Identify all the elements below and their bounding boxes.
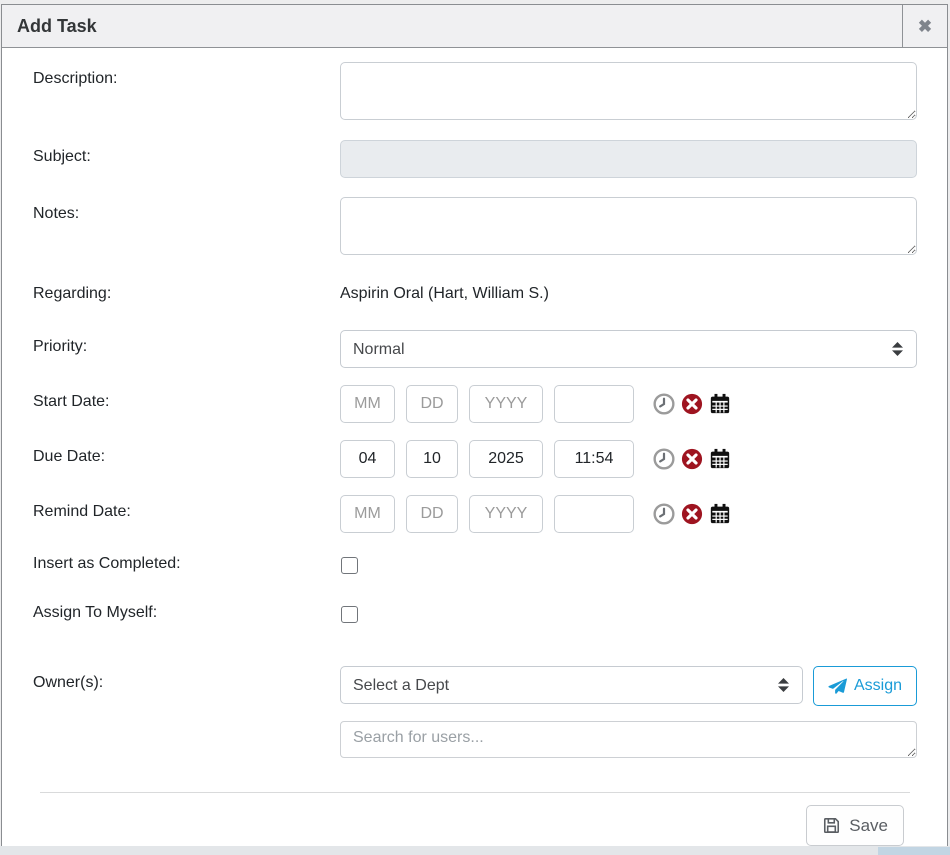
form-row-due-date: Due Date: [33, 440, 917, 478]
remind-date-label: Remind Date: [33, 495, 340, 521]
assign-button[interactable]: Assign [813, 666, 917, 706]
assign-myself-checkbox[interactable] [341, 606, 358, 623]
save-button-label: Save [849, 816, 888, 836]
dialog-header: Add Task ✖ [2, 5, 947, 48]
save-floppy-icon [822, 816, 841, 835]
due-time-input[interactable] [554, 440, 634, 478]
save-button[interactable]: Save [806, 805, 904, 846]
close-icon: ✖ [918, 18, 932, 35]
insert-completed-checkbox[interactable] [341, 557, 358, 574]
remind-day-input[interactable] [406, 495, 458, 533]
clear-date-icon[interactable] [681, 503, 703, 525]
dialog-body: Description: Subject: Notes: Regarding: … [2, 48, 947, 846]
due-day-input[interactable] [406, 440, 458, 478]
subject-input [340, 140, 917, 178]
start-day-input[interactable] [406, 385, 458, 423]
start-month-input[interactable] [340, 385, 395, 423]
add-task-dialog: Add Task ✖ Description: Subject: Notes: … [1, 4, 948, 847]
regarding-label: Regarding: [33, 277, 340, 303]
form-row-owners: Owner(s): Select a Dept Assign [33, 666, 917, 706]
dialog-title: Add Task [2, 5, 902, 47]
form-row-description: Description: [33, 62, 917, 120]
due-date-label: Due Date: [33, 440, 340, 466]
clear-date-icon[interactable] [681, 448, 703, 470]
form-row-insert-completed: Insert as Completed: [33, 554, 917, 574]
priority-label: Priority: [33, 330, 340, 356]
form-row-remind-date: Remind Date: [33, 495, 917, 533]
regarding-value: Aspirin Oral (Hart, William S.) [340, 277, 917, 303]
calendar-icon[interactable] [709, 503, 731, 525]
description-textarea[interactable] [340, 62, 917, 120]
background-page-accent [878, 847, 950, 855]
dept-select[interactable]: Select a Dept [340, 666, 803, 704]
clock-icon[interactable] [653, 448, 675, 470]
priority-select[interactable]: Normal [340, 330, 917, 368]
subject-label: Subject: [33, 140, 340, 166]
paper-plane-icon [828, 677, 847, 696]
start-time-input[interactable] [554, 385, 634, 423]
remind-year-input[interactable] [469, 495, 543, 533]
notes-label: Notes: [33, 197, 340, 223]
dialog-footer: Save [33, 793, 917, 846]
start-date-label: Start Date: [33, 385, 340, 411]
form-row-notes: Notes: [33, 197, 917, 255]
remind-month-input[interactable] [340, 495, 395, 533]
insert-completed-label: Insert as Completed: [33, 554, 340, 573]
remind-time-input[interactable] [554, 495, 634, 533]
calendar-icon[interactable] [709, 448, 731, 470]
form-row-regarding: Regarding: Aspirin Oral (Hart, William S… [33, 277, 917, 303]
background-page-strip [0, 846, 950, 855]
assign-button-label: Assign [854, 677, 902, 695]
form-row-start-date: Start Date: [33, 385, 917, 423]
description-label: Description: [33, 62, 340, 88]
due-month-input[interactable] [340, 440, 395, 478]
user-search-input[interactable] [340, 721, 917, 758]
calendar-icon[interactable] [709, 393, 731, 415]
form-row-priority: Priority: Normal [33, 330, 917, 368]
due-year-input[interactable] [469, 440, 543, 478]
clear-date-icon[interactable] [681, 393, 703, 415]
form-row-assign-myself: Assign To Myself: [33, 603, 917, 623]
clock-icon[interactable] [653, 503, 675, 525]
assign-myself-label: Assign To Myself: [33, 603, 340, 622]
clock-icon[interactable] [653, 393, 675, 415]
notes-textarea[interactable] [340, 197, 917, 255]
close-button[interactable]: ✖ [902, 5, 947, 47]
form-row-user-search [33, 721, 917, 758]
start-year-input[interactable] [469, 385, 543, 423]
form-row-subject: Subject: [33, 140, 917, 178]
owners-label: Owner(s): [33, 666, 340, 692]
